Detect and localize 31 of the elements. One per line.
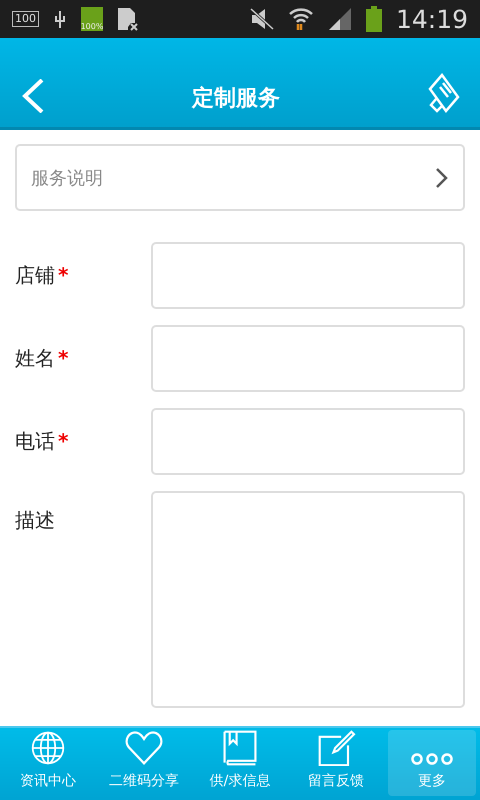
battery-icon (366, 6, 382, 32)
tab-item[interactable]: 二维码分享 (100, 730, 188, 796)
back-icon[interactable] (22, 79, 44, 113)
service-description-label: 服务说明 (31, 166, 103, 190)
input-field[interactable] (150, 491, 465, 708)
signal-icon (328, 7, 352, 31)
chevron-right-icon (435, 166, 449, 188)
tab-item[interactable]: 更多 (388, 730, 476, 796)
sim-card-icon (117, 7, 139, 31)
field-label: 店铺 (15, 263, 55, 287)
required-mark: * (58, 346, 68, 370)
clock-time: 14:19 (396, 4, 468, 34)
field-label: 电话 (15, 429, 55, 453)
input-field[interactable] (150, 408, 465, 475)
tab-item[interactable]: 供/求信息 (196, 730, 284, 796)
page-title: 定制服务 (190, 84, 281, 113)
wifi-icon (288, 6, 314, 32)
tab-item[interactable]: 留言反馈 (292, 730, 380, 796)
field-label: 描述 (15, 508, 55, 532)
input-field[interactable] (150, 242, 465, 309)
usb-icon (53, 8, 67, 30)
required-mark: * (58, 263, 68, 287)
more-icon (410, 752, 454, 766)
field-label: 姓名 (15, 346, 55, 370)
input-field[interactable] (150, 325, 465, 392)
battery-charge-indicator: 100% (81, 7, 103, 31)
mute-icon (250, 8, 274, 30)
storage-indicator: 100 (12, 11, 39, 27)
tab-item[interactable]: 资讯中心 (4, 730, 92, 796)
service-description-row[interactable]: 服务说明 (15, 144, 465, 211)
required-mark: * (58, 429, 68, 453)
